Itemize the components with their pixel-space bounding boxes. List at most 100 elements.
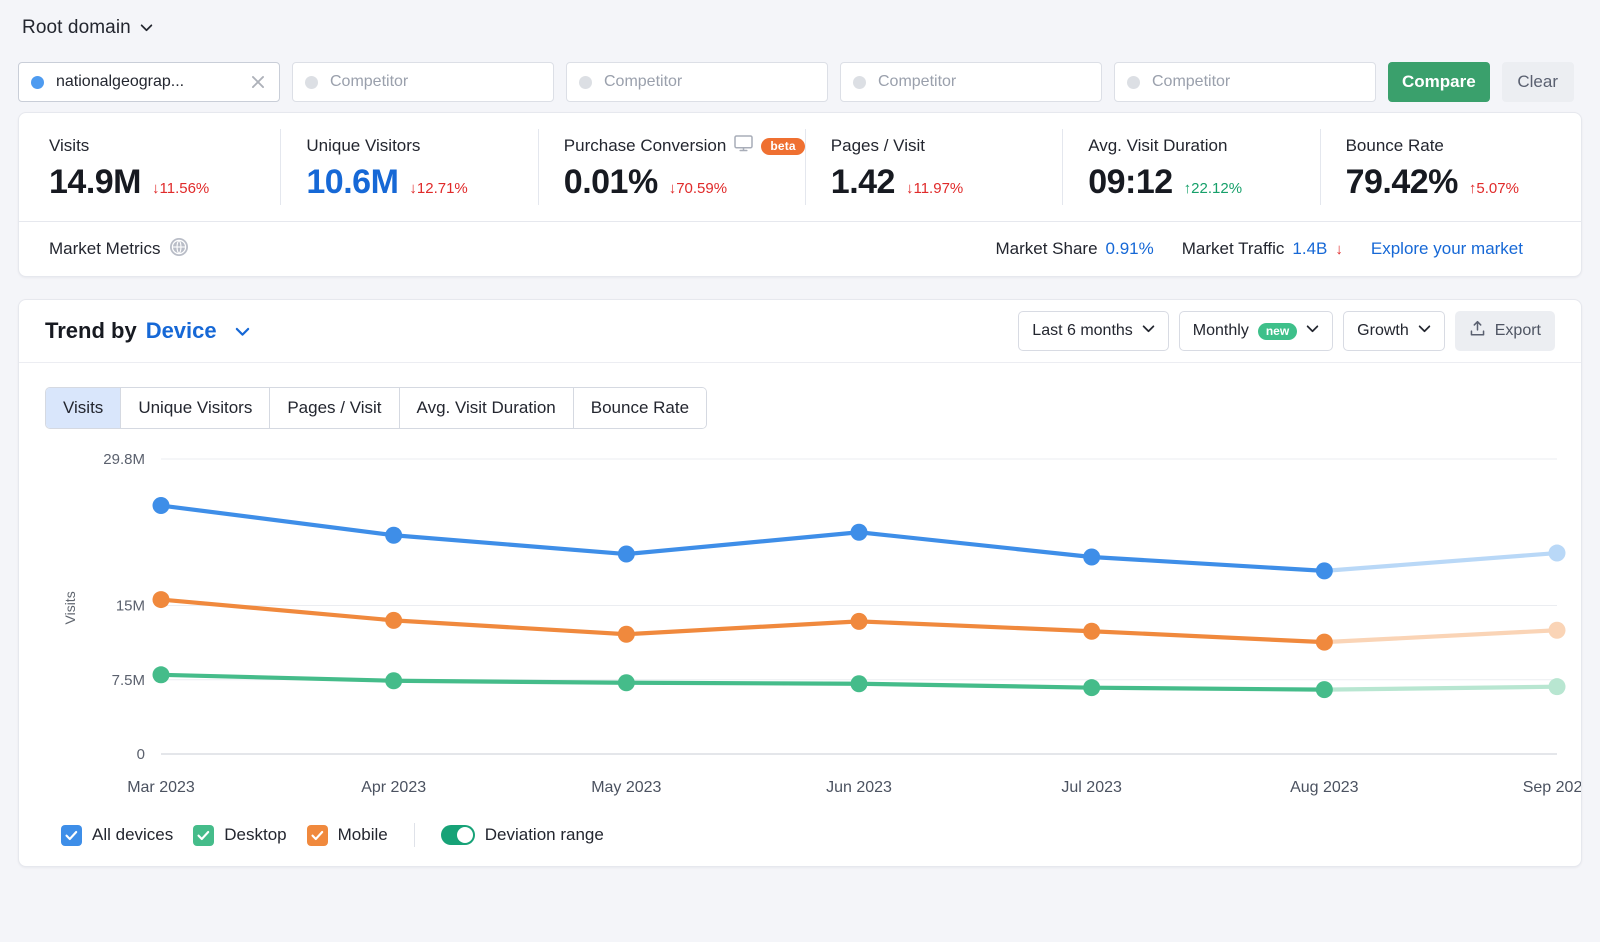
legend-item-all-devices[interactable]: All devices <box>61 824 173 846</box>
checkbox-checked-icon[interactable] <box>306 824 328 846</box>
competitor-placeholder-3: Competitor <box>878 73 957 90</box>
kpi-delta: ↓11.56% <box>152 180 210 197</box>
close-icon[interactable] <box>249 73 267 91</box>
tab-bounce-rate[interactable]: Bounce Rate <box>573 388 707 428</box>
data-point[interactable] <box>850 523 868 541</box>
trend-header: Trend by Device Last 6 months Monthly ne… <box>19 300 1581 363</box>
date-range-label: Last 6 months <box>1032 322 1133 339</box>
kpi-value: 10.6M <box>306 163 399 201</box>
competitor-placeholder-4: Competitor <box>1152 73 1231 90</box>
granularity-select[interactable]: Monthly new <box>1178 311 1334 351</box>
competitor-inputs-row: nationalgeograp... Competitor Competitor… <box>18 56 1582 108</box>
trend-title: Trend by Device <box>45 318 249 344</box>
kpi-value-row: 0.01% ↓70.59% <box>564 163 805 202</box>
kpi-title-text: Pages / Visit <box>830 136 925 155</box>
data-point[interactable] <box>152 497 170 515</box>
kpi-title: Unique Visitors <box>306 135 537 157</box>
tab-visits[interactable]: Visits <box>46 388 122 428</box>
export-button[interactable]: Export <box>1454 311 1555 351</box>
data-point[interactable] <box>1548 678 1566 696</box>
traffic-analytics-page: Root domain nationalgeograp... Competito… <box>0 0 1600 942</box>
data-point[interactable] <box>850 675 868 693</box>
data-point[interactable] <box>1315 562 1333 580</box>
data-point[interactable] <box>385 611 403 629</box>
new-badge: new <box>1257 322 1298 340</box>
legend-item-mobile[interactable]: Mobile <box>306 824 388 846</box>
kpi-value-row: 14.9M ↓11.56% <box>49 163 280 202</box>
trend-down-icon: ↓ <box>1335 240 1343 258</box>
kpi-delta: ↑5.07% <box>1468 180 1519 197</box>
competitor-input-1[interactable]: Competitor <box>292 62 554 102</box>
kpi-value: 09:12 <box>1088 163 1173 201</box>
y-axis-title: Visits <box>62 591 78 624</box>
data-point[interactable] <box>1548 621 1566 639</box>
legend-item-desktop[interactable]: Desktop <box>193 824 287 846</box>
root-domain-selector[interactable]: Root domain <box>18 0 1582 56</box>
series-color-dot <box>305 75 318 89</box>
legend-divider <box>413 823 415 847</box>
competitor-input-4[interactable]: Competitor <box>1114 62 1376 102</box>
data-point[interactable] <box>850 612 868 630</box>
legend-label: Desktop <box>224 825 287 844</box>
kpi-value-row: 1.42 ↓11.97% <box>831 163 1062 202</box>
data-point[interactable] <box>1548 544 1566 562</box>
monitor-icon <box>734 135 754 157</box>
date-range-select[interactable]: Last 6 months <box>1018 311 1169 351</box>
competitor-placeholder-1: Competitor <box>330 73 409 90</box>
kpi-title: Visits <box>49 135 280 157</box>
kpi-unique-visitors: Unique Visitors 10.6M ↓12.71% <box>280 113 537 221</box>
chevron-down-icon <box>1142 322 1155 340</box>
data-point[interactable] <box>152 666 170 684</box>
trend-dimension-value[interactable]: Device <box>146 318 217 344</box>
tab-pages-per-visit[interactable]: Pages / Visit <box>270 388 400 428</box>
legend-label: Deviation range <box>484 825 604 844</box>
export-label: Export <box>1494 322 1541 339</box>
checkbox-checked-icon[interactable] <box>193 824 215 846</box>
kpi-delta: ↓11.97% <box>905 180 964 197</box>
data-point[interactable] <box>152 591 170 609</box>
data-point[interactable] <box>1315 633 1333 651</box>
compare-button[interactable]: Compare <box>1388 62 1490 102</box>
competitor-input-0[interactable]: nationalgeograp... <box>18 62 280 102</box>
data-point[interactable] <box>1083 548 1101 566</box>
deviation-range-toggle[interactable] <box>440 825 475 845</box>
data-point[interactable] <box>617 625 635 643</box>
metric-tabs: Visits Unique Visitors Pages / Visit Avg… <box>45 387 708 429</box>
tab-avg-visit-duration[interactable]: Avg. Visit Duration <box>399 388 574 428</box>
kpi-pages-per-visit: Pages / Visit 1.42 ↓11.97% <box>804 113 1062 221</box>
data-point[interactable] <box>1083 679 1101 697</box>
x-axis-tick: Jul 2023 <box>1061 779 1122 796</box>
trend-title-prefix: Trend by <box>45 318 137 343</box>
series-forecast-mobile <box>1322 628 1560 645</box>
data-point[interactable] <box>385 672 403 690</box>
tab-unique-visitors[interactable]: Unique Visitors <box>121 388 271 428</box>
series-color-dot <box>1127 75 1140 89</box>
data-point[interactable] <box>385 526 403 544</box>
growth-select[interactable]: Growth <box>1343 311 1445 351</box>
globe-icon <box>169 237 189 262</box>
kpi-value: 1.42 <box>830 163 896 201</box>
clear-button[interactable]: Clear <box>1501 62 1574 102</box>
competitor-input-2[interactable]: Competitor <box>566 62 828 102</box>
chart-legend: All devices Desktop Mobile Deviation ran… <box>19 809 1581 855</box>
legend-item-deviation-range[interactable]: Deviation range <box>440 825 604 845</box>
market-share-label: Market Share <box>995 239 1098 258</box>
y-axis-tick: 0 <box>137 746 145 763</box>
competitor-value-0: nationalgeograp... <box>56 73 185 90</box>
data-point[interactable] <box>617 545 635 563</box>
data-point[interactable] <box>1083 622 1101 640</box>
x-axis-tick: Mar 2023 <box>127 779 195 796</box>
x-axis-tick: Sep 2023 <box>1523 779 1581 796</box>
series-forecast-desktop <box>1322 684 1560 692</box>
data-point[interactable] <box>617 674 635 692</box>
kpi-delta: ↓12.71% <box>409 180 468 197</box>
kpi-title-text: Visits <box>49 136 90 155</box>
competitor-input-3[interactable]: Competitor <box>840 62 1102 102</box>
kpi-row: Visits 14.9M ↓11.56% Unique Visitors 10.… <box>19 113 1581 221</box>
data-point[interactable] <box>1315 681 1333 699</box>
chevron-down-icon[interactable] <box>235 324 249 336</box>
checkbox-checked-icon[interactable] <box>61 824 82 846</box>
kpi-value: 0.01% <box>563 163 658 201</box>
explore-market-link[interactable]: Explore your market <box>1371 239 1523 259</box>
beta-badge: beta <box>761 137 805 155</box>
